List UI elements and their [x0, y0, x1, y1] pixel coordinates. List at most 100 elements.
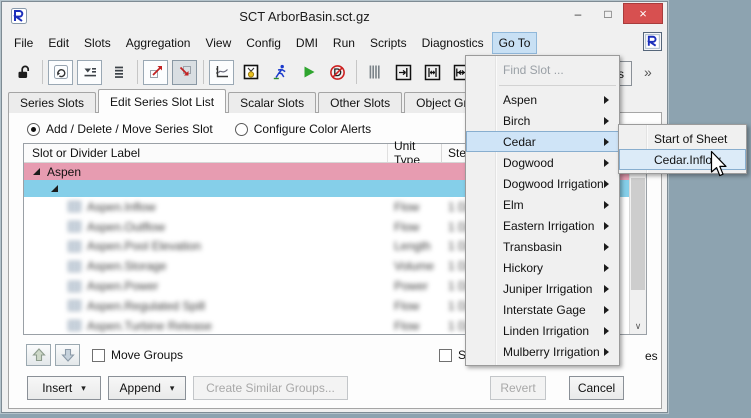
- unit-type: Length: [394, 239, 431, 253]
- tab-scalar-slots[interactable]: Scalar Slots: [228, 92, 316, 113]
- configure-color-alerts-radio[interactable]: [235, 123, 248, 136]
- cancel-button[interactable]: Cancel: [569, 376, 624, 400]
- list-view-button[interactable]: [106, 60, 131, 85]
- create-similar-groups-button[interactable]: Create Similar Groups...: [193, 376, 348, 400]
- add-delete-move-label: Add / Delete / Move Series Slot: [46, 122, 213, 136]
- lock-toggle-button[interactable]: [11, 60, 36, 85]
- show-checkbox[interactable]: [439, 349, 452, 362]
- menu-item-juniper-irrigation[interactable]: Juniper Irrigation: [466, 278, 619, 299]
- slot-label: Aspen.Inflow: [87, 200, 156, 214]
- menu-separator: [499, 85, 616, 86]
- column-header-unit-type[interactable]: Unit Type: [388, 144, 442, 162]
- slot-icon: [68, 300, 81, 311]
- unit-type: Flow: [394, 319, 419, 333]
- submenu-arrow-icon: [604, 348, 609, 356]
- menu-item-cedar[interactable]: Cedar: [466, 131, 619, 152]
- menu-goto[interactable]: Go To: [492, 32, 538, 54]
- submenu-arrow-icon: [604, 306, 609, 314]
- menu-item-birch[interactable]: Birch: [466, 110, 619, 131]
- vertical-lines-icon: [367, 64, 383, 80]
- submenu-arrow-icon: [604, 285, 609, 293]
- insert-label: Insert: [42, 381, 72, 395]
- append-button[interactable]: Append ▾: [108, 376, 186, 400]
- open-sct-button[interactable]: [238, 60, 263, 85]
- menu-item-dogwood-irrigation[interactable]: Dogwood Irrigation: [466, 173, 619, 194]
- fit-visible-button[interactable]: [420, 60, 445, 85]
- maximize-button[interactable]: □: [593, 3, 623, 24]
- menu-item-interstate-gage[interactable]: Interstate Gage: [466, 299, 619, 320]
- collapse-all-button[interactable]: [77, 60, 102, 85]
- menu-item-transbasin[interactable]: Transbasin: [466, 236, 619, 257]
- up-arrow-icon: [32, 348, 46, 362]
- unit-type: Power: [394, 279, 428, 293]
- menu-item-eastern-irrigation[interactable]: Eastern Irrigation: [466, 215, 619, 236]
- scrollbar-thumb[interactable]: [631, 178, 645, 290]
- menu-config[interactable]: Config: [239, 32, 288, 54]
- add-delete-move-radio[interactable]: [27, 123, 40, 136]
- configure-color-alerts-label: Configure Color Alerts: [254, 122, 371, 136]
- menu-item-mulberry-irrigation[interactable]: Mulberry Irrigation: [466, 341, 619, 362]
- tab-edit-series-slot-list[interactable]: Edit Series Slot List: [98, 89, 226, 113]
- start-run-button[interactable]: [296, 60, 321, 85]
- menu-dmi[interactable]: DMI: [289, 32, 325, 54]
- play-icon: [301, 64, 317, 80]
- submenu-item-start-of-sheet[interactable]: Start of Sheet: [619, 128, 746, 149]
- goto-menu-popup: Find Slot ... Aspen Birch Cedar Dogwood …: [465, 55, 620, 366]
- collapse-all-icon: [82, 64, 98, 80]
- toolbar-separator: [203, 60, 204, 84]
- fit-column-button[interactable]: [391, 60, 416, 85]
- shrink-se-arrow-icon: [177, 64, 193, 80]
- expanded-branch-icon[interactable]: [51, 185, 58, 192]
- menu-item-elm[interactable]: Elm: [466, 194, 619, 215]
- window-title: SCT ArborBasin.sct.gz: [62, 9, 547, 24]
- minimize-button[interactable]: –: [563, 3, 593, 24]
- menu-run[interactable]: Run: [326, 32, 362, 54]
- menu-item-aspen[interactable]: Aspen: [466, 89, 619, 110]
- slot-icon: [68, 221, 81, 232]
- show-checkbox-row: S: [439, 348, 466, 362]
- table-vertical-scrollbar[interactable]: ∧ ∨: [629, 163, 646, 334]
- close-button[interactable]: ×: [623, 3, 663, 24]
- tab-other-slots[interactable]: Other Slots: [318, 92, 402, 113]
- expanded-branch-icon[interactable]: [33, 168, 40, 175]
- move-groups-checkbox[interactable]: [92, 349, 105, 362]
- menu-scripts[interactable]: Scripts: [363, 32, 414, 54]
- toolbar-overflow-chevron[interactable]: »: [644, 64, 652, 80]
- plot-button[interactable]: [209, 60, 234, 85]
- expand-cells-button[interactable]: [143, 60, 168, 85]
- show-gridlines-button[interactable]: [362, 60, 387, 85]
- riverware-app-icon: [11, 8, 27, 24]
- submenu-arrow-icon: [604, 243, 609, 251]
- menu-item-hickory[interactable]: Hickory: [466, 257, 619, 278]
- tab-series-slots[interactable]: Series Slots: [8, 92, 96, 113]
- menu-diagnostics[interactable]: Diagnostics: [415, 32, 491, 54]
- revert-button[interactable]: Revert: [490, 376, 546, 400]
- sync-icon: [53, 64, 69, 80]
- menu-item-find-slot[interactable]: Find Slot ...: [466, 58, 619, 82]
- scroll-down-icon[interactable]: ∨: [630, 319, 646, 334]
- title-bar[interactable]: SCT ArborBasin.sct.gz – □ ×: [2, 2, 667, 30]
- mouse-cursor-icon: [709, 150, 729, 179]
- menu-item-dogwood[interactable]: Dogwood: [466, 152, 619, 173]
- unit-type: Flow: [394, 220, 419, 234]
- menu-aggregation[interactable]: Aggregation: [119, 32, 198, 54]
- menu-slots[interactable]: Slots: [77, 32, 118, 54]
- menu-item-linden-irrigation[interactable]: Linden Irrigation: [466, 320, 619, 341]
- run-control-button[interactable]: [267, 60, 292, 85]
- sync-button[interactable]: [48, 60, 73, 85]
- menu-view[interactable]: View: [198, 32, 238, 54]
- move-down-button[interactable]: [55, 344, 80, 366]
- riverware-badge-icon[interactable]: [643, 32, 662, 51]
- column-header-slot-label[interactable]: Slot or Divider Label: [24, 144, 388, 162]
- shrink-cells-button[interactable]: [172, 60, 197, 85]
- unit-type: Flow: [394, 299, 419, 313]
- desktop: { "window": { "title": "SCT ArborBasin.s…: [0, 0, 751, 418]
- insert-button[interactable]: Insert ▾: [27, 376, 101, 400]
- move-up-button[interactable]: [26, 344, 51, 366]
- menu-edit[interactable]: Edit: [41, 32, 76, 54]
- toolbar-separator: [42, 60, 43, 84]
- menu-file[interactable]: File: [7, 32, 40, 54]
- submenu-arrow-icon: [604, 327, 609, 335]
- disable-diagnostics-button[interactable]: [325, 60, 350, 85]
- no-diagnostics-icon: [329, 64, 346, 81]
